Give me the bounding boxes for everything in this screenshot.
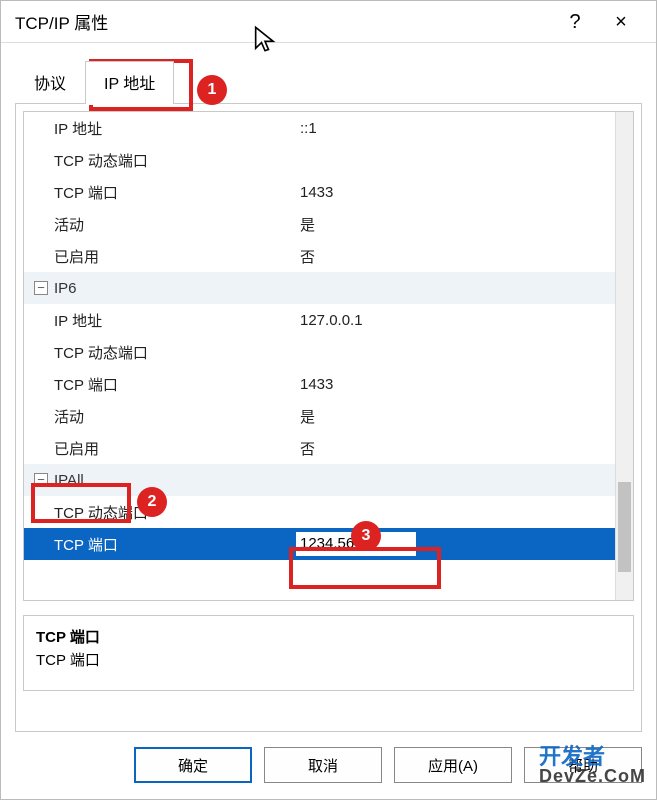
property-label: TCP 端口: [24, 182, 294, 203]
property-value[interactable]: 1433: [294, 376, 615, 393]
collapse-icon[interactable]: −: [34, 281, 48, 295]
property-value[interactable]: 是: [294, 406, 615, 427]
ok-button[interactable]: 确定: [134, 747, 252, 783]
help-dialog-button[interactable]: 帮助: [524, 747, 642, 783]
close-button[interactable]: ×: [598, 10, 644, 34]
property-label: 已启用: [24, 438, 294, 459]
apply-button[interactable]: 应用(A): [394, 747, 512, 783]
property-label: IP 地址: [24, 310, 294, 331]
tab-strip: 协议 IP 地址: [15, 61, 642, 104]
group-header[interactable]: −IPAll: [24, 464, 615, 496]
cancel-button[interactable]: 取消: [264, 747, 382, 783]
group-name: IP6: [54, 280, 77, 297]
tab-panel: IP 地址::1TCP 动态端口TCP 端口1433活动是已启用否−IP6IP …: [15, 103, 642, 732]
property-value[interactable]: 127.0.0.1: [294, 312, 615, 329]
group-header[interactable]: −IP6: [24, 272, 615, 304]
property-row[interactable]: TCP 动态端口: [24, 336, 615, 368]
help-button[interactable]: ?: [552, 10, 598, 34]
description-body: TCP 端口: [36, 649, 621, 670]
property-row[interactable]: TCP 动态端口: [24, 496, 615, 528]
property-row[interactable]: IP 地址127.0.0.1: [24, 304, 615, 336]
property-row[interactable]: 已启用否: [24, 240, 615, 272]
property-value[interactable]: ::1: [294, 120, 615, 137]
property-row[interactable]: IP 地址::1: [24, 112, 615, 144]
property-grid-container: IP 地址::1TCP 动态端口TCP 端口1433活动是已启用否−IP6IP …: [23, 111, 634, 601]
property-row[interactable]: 活动是: [24, 400, 615, 432]
property-value[interactable]: 否: [294, 438, 615, 459]
description-pane: TCP 端口 TCP 端口: [23, 615, 634, 691]
property-value[interactable]: 是: [294, 214, 615, 235]
group-name: IPAll: [54, 472, 84, 489]
dialog-buttons: 确定 取消 应用(A) 帮助: [1, 732, 656, 799]
scrollbar-thumb[interactable]: [618, 482, 631, 572]
window-title: TCP/IP 属性: [15, 9, 552, 34]
property-row[interactable]: TCP 端口1433: [24, 368, 615, 400]
tcpip-properties-dialog: TCP/IP 属性 ? × 协议 IP 地址 IP 地址::1TCP 动态端口T…: [0, 0, 657, 800]
scrollbar[interactable]: [615, 112, 633, 600]
property-value[interactable]: 1234,5678: [294, 532, 615, 556]
description-title: TCP 端口: [36, 626, 621, 647]
titlebar: TCP/IP 属性 ? ×: [1, 1, 656, 43]
property-label: TCP 端口: [24, 374, 294, 395]
property-label: 活动: [24, 406, 294, 427]
property-value[interactable]: 1433: [294, 184, 615, 201]
tab-protocol[interactable]: 协议: [15, 61, 85, 104]
property-row[interactable]: 活动是: [24, 208, 615, 240]
property-grid[interactable]: IP 地址::1TCP 动态端口TCP 端口1433活动是已启用否−IP6IP …: [24, 112, 615, 600]
property-label: IP 地址: [24, 118, 294, 139]
property-label: 活动: [24, 214, 294, 235]
property-row[interactable]: TCP 动态端口: [24, 144, 615, 176]
tab-ip-address[interactable]: IP 地址: [85, 61, 174, 104]
property-row[interactable]: TCP 端口1433: [24, 176, 615, 208]
property-label: TCP 动态端口: [24, 502, 294, 523]
dialog-content: 协议 IP 地址 IP 地址::1TCP 动态端口TCP 端口1433活动是已启…: [1, 43, 656, 732]
property-label: 已启用: [24, 246, 294, 267]
property-value[interactable]: 否: [294, 246, 615, 267]
property-label: TCP 动态端口: [24, 150, 294, 171]
property-row[interactable]: 已启用否: [24, 432, 615, 464]
collapse-icon[interactable]: −: [34, 473, 48, 487]
property-row[interactable]: TCP 端口1234,5678: [24, 528, 615, 560]
property-label: TCP 动态端口: [24, 342, 294, 363]
property-label: TCP 端口: [24, 534, 294, 555]
